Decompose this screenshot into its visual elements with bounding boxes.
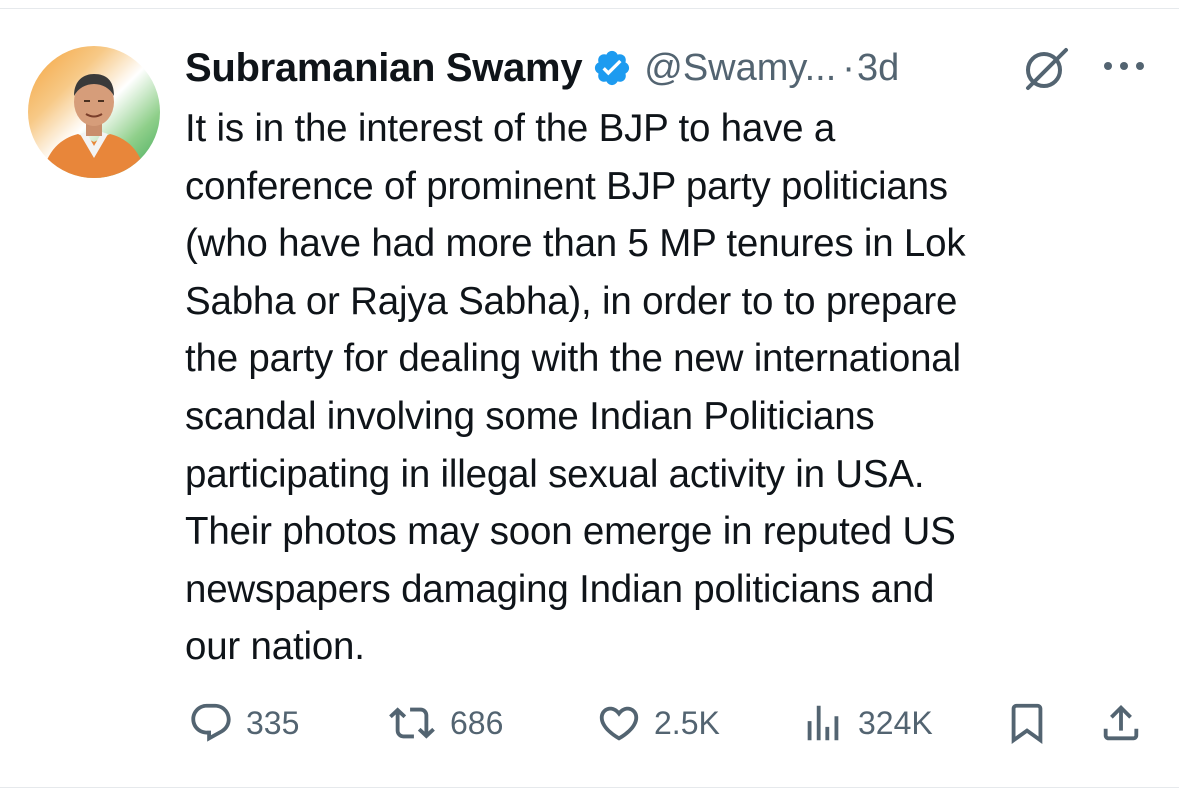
heart-icon [596,700,642,746]
grok-icon[interactable] [1022,46,1072,92]
tweet-header: Subramanian Swamy @Swamy... · 3d [185,42,899,94]
bookmark-icon [1004,700,1050,746]
views-icon [800,700,846,746]
repost-button[interactable]: 686 [386,700,503,746]
verified-badge-icon[interactable] [592,48,632,88]
more-icon[interactable] [1100,56,1148,76]
profile-photo-icon [42,74,146,178]
top-divider [0,8,1179,9]
separator-dot: · [842,46,855,89]
views-count: 324K [858,704,933,741]
tweet-text: It is in the interest of the BJP to have… [185,107,966,669]
author-name[interactable]: Subramanian Swamy [185,46,583,91]
reply-icon [188,700,234,746]
bottom-divider [0,787,1179,788]
repost-count: 686 [450,704,504,741]
reply-button[interactable]: 335 [188,700,299,746]
timestamp[interactable]: 3d [857,47,899,90]
share-button[interactable] [1098,700,1144,746]
reply-count: 335 [246,704,300,741]
like-button[interactable]: 2.5K [596,700,720,746]
repost-icon [386,700,438,746]
bookmark-button[interactable] [1004,700,1050,746]
share-icon [1098,700,1144,746]
author-handle[interactable]: @Swamy... [644,47,836,90]
like-count: 2.5K [654,704,720,741]
views-button[interactable]: 324K [800,700,933,746]
avatar[interactable] [28,46,160,178]
